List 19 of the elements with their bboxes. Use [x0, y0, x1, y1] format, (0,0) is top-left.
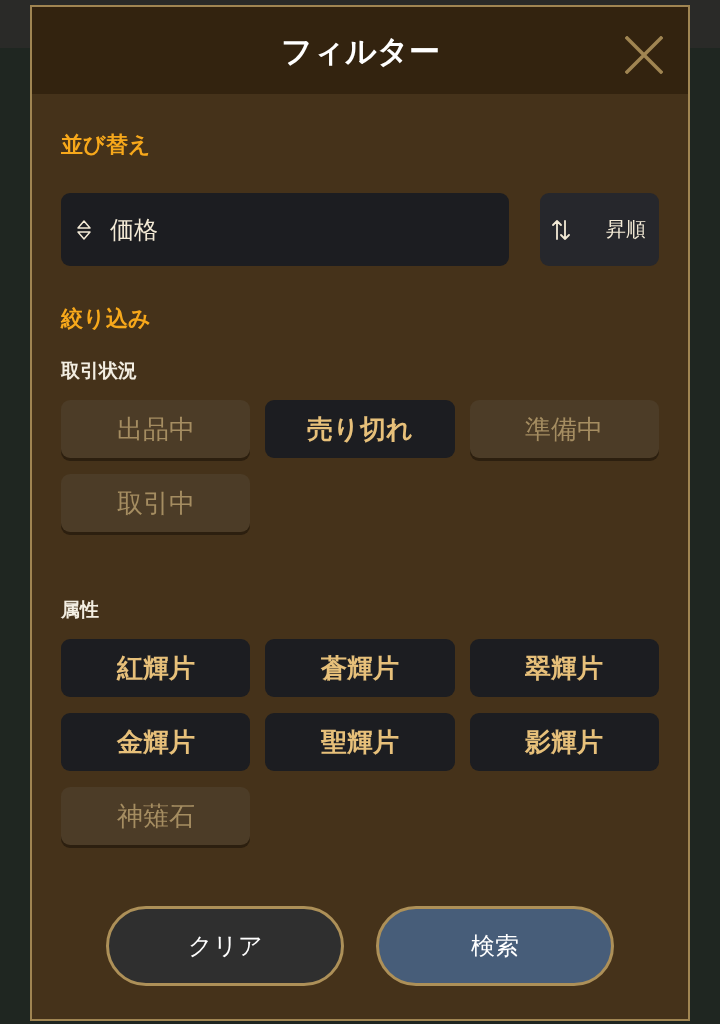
filter-chip[interactable]: 聖輝片 [265, 713, 455, 771]
filter-chip[interactable]: 売り切れ [265, 400, 455, 458]
group-label: 取引状況 [61, 358, 137, 383]
sort-order-button[interactable]: 昇順 [540, 193, 659, 266]
filter-chip[interactable]: 紅輝片 [61, 639, 251, 697]
up-down-arrows-icon [552, 218, 570, 241]
filter-chip[interactable]: 影輝片 [469, 713, 659, 771]
filter-chip[interactable]: 翠輝片 [469, 639, 659, 697]
group-label: 属性 [61, 597, 99, 622]
section-heading: 絞り込み [61, 305, 151, 333]
sort-select[interactable]: 価格 [61, 193, 509, 266]
clear-button[interactable]: クリア [106, 906, 344, 986]
up-down-triangles-icon [77, 219, 91, 240]
filter-chip[interactable]: 金輝片 [61, 713, 251, 771]
dialog-title: フィルター [280, 31, 440, 71]
section-heading: 並び替え [61, 131, 151, 159]
close-icon[interactable] [625, 36, 663, 74]
search-button[interactable]: 検索 [376, 906, 614, 986]
filter-chip[interactable]: 蒼輝片 [265, 639, 455, 697]
